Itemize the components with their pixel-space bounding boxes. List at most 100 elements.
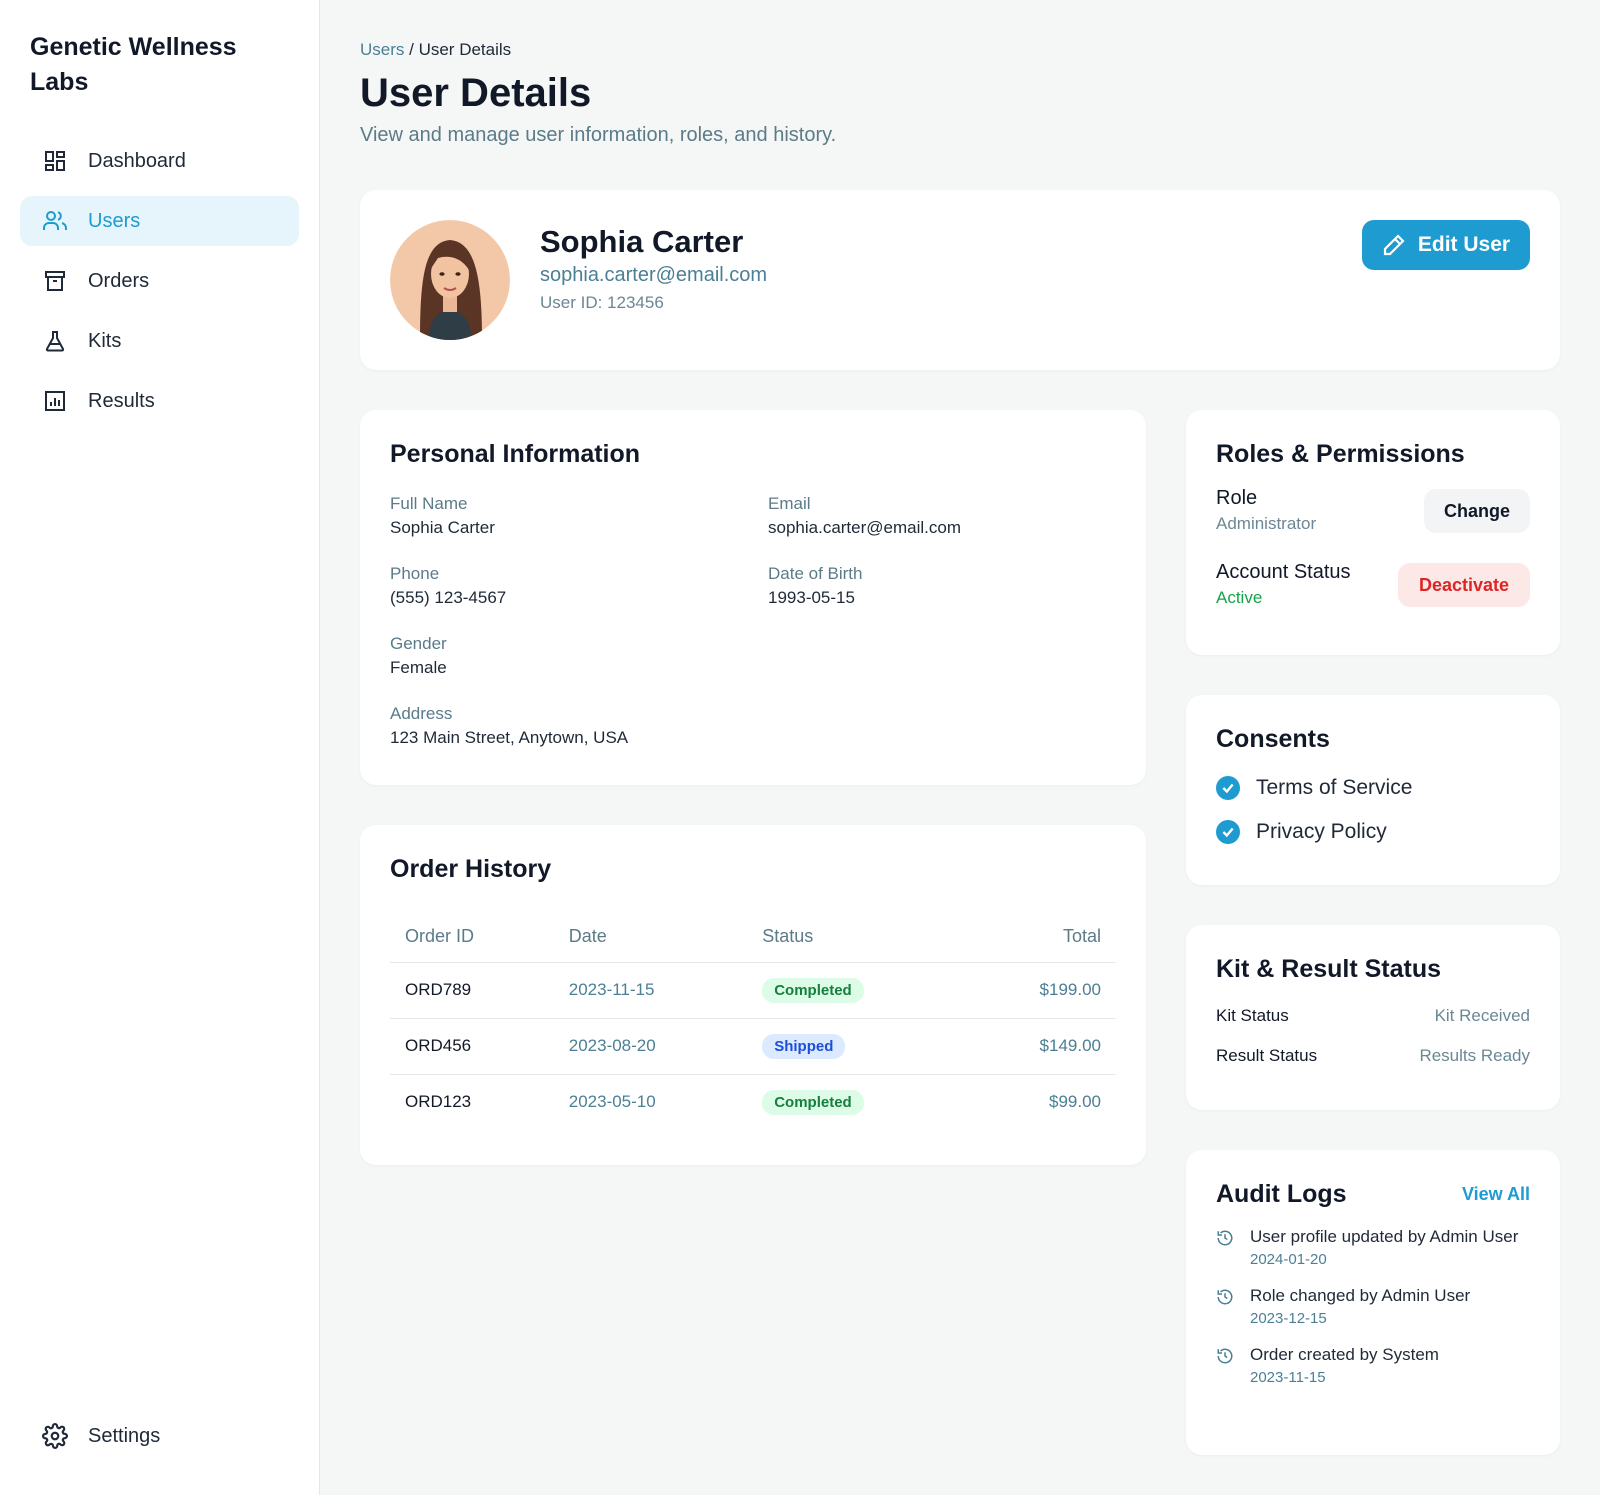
- order-history-card: Order History Order ID Date Status Total…: [360, 825, 1146, 1165]
- consent-item-privacy[interactable]: Privacy Policy: [1216, 820, 1530, 844]
- profile-card: Sophia Carter sophia.carter@email.com Us…: [360, 190, 1560, 370]
- field-label: Email: [768, 494, 811, 513]
- audit-logs-card: Audit Logs View All User profile updated…: [1186, 1150, 1560, 1455]
- order-date: 2023-11-15: [553, 962, 748, 1019]
- deactivate-button[interactable]: Deactivate: [1398, 563, 1530, 607]
- field-phone: Phone (555) 123-4567: [390, 563, 506, 611]
- field-full-name: Full Name Sophia Carter: [390, 493, 495, 541]
- sidebar-item-kits[interactable]: Kits: [20, 316, 299, 366]
- field-label: Gender: [390, 634, 447, 653]
- audit-log-date: 2024-01-20: [1250, 1251, 1327, 1268]
- field-address: Address 123 Main Street, Anytown, USA: [390, 703, 628, 751]
- order-date: 2023-08-20: [553, 1018, 748, 1075]
- sidebar-item-results[interactable]: Results: [20, 376, 299, 426]
- consent-label: Terms of Service: [1256, 776, 1413, 799]
- consent-item-terms[interactable]: Terms of Service: [1216, 776, 1530, 800]
- profile-email: sophia.carter@email.com: [540, 264, 768, 286]
- sidebar-item-label: Dashboard: [88, 149, 186, 172]
- sidebar-item-label: Users: [88, 209, 141, 232]
- result-status-value: Results Ready: [1419, 1046, 1530, 1065]
- sidebar-item-label: Settings: [88, 1424, 161, 1447]
- flask-icon: [42, 328, 68, 354]
- edit-user-button[interactable]: Edit User: [1362, 220, 1530, 270]
- breadcrumb-separator: /: [404, 40, 419, 59]
- breadcrumb-parent[interactable]: Users: [360, 40, 404, 59]
- audit-log-date: 2023-11-15: [1250, 1369, 1326, 1386]
- column-header-total: Total: [964, 912, 1116, 963]
- audit-logs-header: Audit Logs View All: [1216, 1180, 1530, 1209]
- order-id: ORD456: [390, 1018, 554, 1075]
- breadcrumb: Users / User Details: [360, 40, 1560, 60]
- sidebar-item-dashboard[interactable]: Dashboard: [20, 136, 299, 186]
- order-status-cell: Shipped: [747, 1018, 965, 1075]
- kit-result-status-card: Kit & Result Status Kit Status Kit Recei…: [1186, 925, 1560, 1110]
- consents-title: Consents: [1216, 725, 1330, 753]
- consent-label: Privacy Policy: [1256, 820, 1387, 843]
- order-id: ORD123: [405, 1092, 472, 1112]
- field-value: Sophia Carter: [390, 518, 495, 537]
- order-total: $149.00: [964, 1018, 1116, 1075]
- bar-chart-icon: [42, 388, 68, 414]
- column-header-order-id: Order ID: [390, 912, 554, 963]
- audit-log-text: User profile updated by Admin User: [1250, 1227, 1519, 1246]
- order-total: $199.00: [964, 962, 1116, 1019]
- audit-log-item: User profile updated by Admin User 2024-…: [1216, 1225, 1530, 1268]
- history-icon: [1216, 1225, 1236, 1268]
- sidebar-item-label: Orders: [88, 269, 150, 292]
- audit-log-item: Order created by System 2023-11-15: [1216, 1343, 1530, 1386]
- field-label: Date of Birth: [768, 564, 863, 583]
- sidebar-item-label: Results: [88, 389, 155, 412]
- field-value: (555) 123-4567: [390, 588, 507, 607]
- field-date-of-birth: Date of Birth 1993-05-15: [768, 563, 863, 611]
- main-content: Users / User Details User Details View a…: [320, 0, 1600, 1495]
- table-row[interactable]: ORD123 2023-05-10 Completed $99.00: [390, 1074, 1116, 1130]
- field-label: Address: [390, 704, 453, 723]
- view-all-link[interactable]: View All: [1462, 1184, 1530, 1205]
- order-date: 2023-05-10: [568, 1092, 656, 1112]
- audit-logs-title: Audit Logs: [1216, 1180, 1347, 1208]
- result-status-label: Result Status: [1216, 1046, 1318, 1065]
- app: Genetic Wellness Labs Dashboard Users Or…: [0, 0, 1600, 1495]
- kit-result-status-title: Kit & Result Status: [1216, 955, 1442, 983]
- sidebar-item-orders[interactable]: Orders: [20, 256, 299, 306]
- status-badge: Completed: [762, 977, 864, 1003]
- audit-log-date: 2023-12-15: [1250, 1310, 1327, 1327]
- kit-status-row: Kit Status Kit Received: [1216, 1006, 1530, 1026]
- avatar: [390, 220, 510, 340]
- change-role-button[interactable]: Change: [1424, 489, 1530, 533]
- pencil-icon: [1383, 234, 1405, 256]
- roles-permissions-card: Roles & Permissions Role Administrator C…: [1186, 410, 1560, 655]
- sidebar-item-settings[interactable]: Settings: [20, 1411, 298, 1461]
- table-header-row: Order ID Date Status Total: [390, 912, 1116, 963]
- history-icon: [1216, 1343, 1236, 1386]
- personal-information-title: Personal Information: [390, 440, 641, 468]
- table-row[interactable]: ORD789 2023-11-15 Completed $199.00: [390, 962, 1116, 1019]
- gear-icon: [42, 1423, 68, 1449]
- check-circle-icon: [1216, 776, 1240, 800]
- order-history-title: Order History: [390, 855, 552, 883]
- order-id: ORD789: [390, 962, 554, 1019]
- column-header-date: Date: [553, 912, 748, 963]
- history-icon: [1216, 1284, 1236, 1327]
- field-value: 1993-05-15: [768, 588, 855, 607]
- role-row: Role Administrator Change: [1216, 487, 1530, 561]
- audit-log-text: Role changed by Admin User: [1250, 1286, 1471, 1305]
- column-header-status: Status: [747, 912, 965, 963]
- order-total: $99.00: [1049, 1092, 1101, 1112]
- field-value: 123 Main Street, Anytown, USA: [390, 728, 629, 747]
- status-badge: Completed: [762, 1089, 864, 1115]
- kit-status-value: Kit Received: [1434, 1006, 1530, 1025]
- roles-permissions-title: Roles & Permissions: [1216, 440, 1465, 468]
- edit-user-label: Edit User: [1417, 233, 1511, 256]
- order-status-cell: Completed: [747, 962, 965, 1019]
- page-subtitle: View and manage user information, roles,…: [360, 124, 837, 146]
- consents-card: Consents Terms of Service Privacy Policy: [1186, 695, 1560, 885]
- kit-status-label: Kit Status: [1216, 1006, 1289, 1025]
- sidebar-item-users[interactable]: Users: [20, 196, 299, 246]
- table-row[interactable]: ORD456 2023-08-20 Shipped $149.00: [390, 1018, 1116, 1075]
- archive-icon: [42, 268, 68, 294]
- order-history-table: Order ID Date Status Total ORD789 2023-1…: [390, 912, 1116, 1130]
- dashboard-icon: [42, 148, 68, 174]
- audit-log-item: Role changed by Admin User 2023-12-15: [1216, 1284, 1530, 1327]
- breadcrumb-current: User Details: [418, 40, 512, 59]
